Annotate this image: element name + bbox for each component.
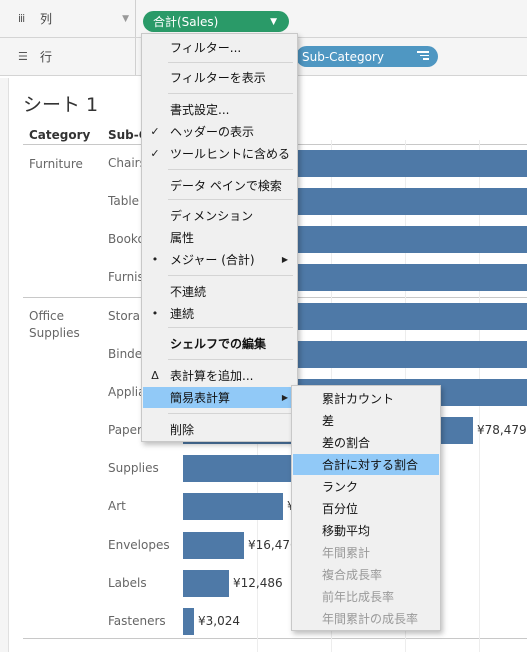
menu-item-label: ツールヒントに含める xyxy=(170,147,291,161)
menu-separator xyxy=(168,169,293,170)
quick-table-calc-submenu: 累計カウント差差の割合 合計に対する割合 ランク 百分位 移動平均年間累計複合成長率前年… xyxy=(291,385,441,631)
quick-calc-item[interactable]: 合計に対する割合 xyxy=(293,454,439,475)
sales-sum-pill[interactable]: 合計(Sales) ▼ xyxy=(143,11,289,32)
bar[interactable] xyxy=(183,493,283,520)
category-label: Office Supplies xyxy=(29,309,80,340)
left-panel-edge xyxy=(0,78,9,652)
category-header[interactable]: Category xyxy=(29,128,90,142)
measure-sum-item[interactable]: • メジャー (合計) ▶ xyxy=(143,249,296,270)
quick-calc-item: 前年比成長率 xyxy=(322,590,395,604)
show-header-item[interactable]: ✓ ヘッダーの表示 xyxy=(143,121,296,142)
columns-shelf-label[interactable]: iii 列 ▼ xyxy=(0,0,136,37)
quick-calc-item[interactable]: 差 xyxy=(293,410,439,431)
menu-separator xyxy=(168,62,293,63)
subcategory-pill-label: Sub-Category xyxy=(302,49,384,64)
checkmark-icon: ✓ xyxy=(150,147,160,160)
group-divider xyxy=(23,638,527,639)
dimension-item[interactable]: ディメンション xyxy=(143,205,296,226)
discrete-item[interactable]: 不連続 xyxy=(143,281,296,302)
category-label: Furniture xyxy=(29,157,83,171)
filter-item[interactable]: フィルター... xyxy=(143,37,296,58)
rows-label: 行 xyxy=(40,50,53,64)
pill-context-menu: フィルター... フィルターを表示 書式設定... ✓ ヘッダーの表示 ✓ ツールヒントに含… xyxy=(141,33,298,442)
add-table-calc-item[interactable]: Δ 表計算を追加... xyxy=(143,365,296,386)
bullet-icon: • xyxy=(151,307,159,320)
menu-item-label: ヘッダーの表示 xyxy=(170,125,255,139)
edit-in-shelf-item[interactable]: シェルフでの編集 xyxy=(143,333,296,354)
subcategory-label: Art xyxy=(108,499,126,513)
submenu-arrow-icon: ▶ xyxy=(281,393,288,402)
menu-item-label: 連続 xyxy=(170,307,195,321)
tableau-worksheet: { "shelves": { "columns": { "label": "列"… xyxy=(0,0,527,652)
quick-calc-item[interactable]: ランク xyxy=(293,476,439,497)
menu-item-label: 簡易表計算 xyxy=(170,391,231,405)
pill-dropdown-icon[interactable]: ▼ xyxy=(270,17,277,27)
menu-item-label: 書式設定... xyxy=(170,103,230,117)
show-filter-item[interactable]: フィルターを表示 xyxy=(143,67,296,88)
quick-calc-item[interactable]: 差の割合 xyxy=(293,432,439,453)
quick-calc-item[interactable]: 移動平均 xyxy=(293,520,439,541)
menu-item-label: データ ペインで検索 xyxy=(170,179,282,193)
sort-descending-icon[interactable] xyxy=(417,51,429,62)
quick-calc-item: 年間累計 xyxy=(322,546,371,560)
bar[interactable] xyxy=(183,608,194,635)
bullet-icon: • xyxy=(151,253,159,266)
remove-item[interactable]: 削除 xyxy=(143,419,296,440)
menu-item-label: 削除 xyxy=(170,423,195,437)
quick-calc-item: 複合成長率 xyxy=(322,568,383,582)
attribute-item[interactable]: 属性 xyxy=(143,227,296,248)
menu-separator xyxy=(168,275,293,276)
rows-icon: ☰ xyxy=(18,50,28,63)
bar[interactable] xyxy=(183,570,229,597)
columns-icon: iii xyxy=(18,12,25,25)
bar-value-label: ¥12,486 xyxy=(233,576,283,590)
subcategory-label: Labels xyxy=(108,576,147,590)
continuous-item[interactable]: • 連続 xyxy=(143,303,296,324)
find-in-data-pane-item[interactable]: データ ペインで検索 xyxy=(143,175,296,196)
menu-item-label: 不連続 xyxy=(170,285,207,299)
columns-label: 列 xyxy=(40,12,53,26)
menu-separator xyxy=(168,327,293,328)
bar-value-label: ¥78,479 xyxy=(477,423,527,437)
include-tooltip-item[interactable]: ✓ ツールヒントに含める xyxy=(143,143,296,164)
subcategory-label: Supplies xyxy=(108,461,159,475)
quick-calc-item[interactable]: 累計カウント xyxy=(293,388,439,409)
submenu-arrow-icon: ▶ xyxy=(281,255,288,264)
subcategory-label: Envelopes xyxy=(108,538,170,552)
bar-value-label: ¥3,024 xyxy=(198,614,240,628)
menu-item-label: 表計算を追加... xyxy=(170,369,254,383)
subcategory-label: Fasteners xyxy=(108,614,166,628)
format-item[interactable]: 書式設定... xyxy=(143,99,296,120)
menu-separator xyxy=(168,413,293,414)
delta-icon: Δ xyxy=(151,369,159,382)
menu-separator xyxy=(168,199,293,200)
checkmark-icon: ✓ xyxy=(150,125,160,138)
quick-calc-item: 年間累計の成長率 xyxy=(322,612,419,626)
menu-item-label: フィルター... xyxy=(170,41,242,55)
chevron-down-icon[interactable]: ▼ xyxy=(122,14,129,24)
menu-item-label: メジャー (合計) xyxy=(170,253,255,267)
menu-separator xyxy=(168,359,293,360)
subcategory-pill[interactable]: Sub-Category xyxy=(296,46,438,67)
menu-item-label: シェルフでの編集 xyxy=(170,337,267,351)
menu-item-label: フィルターを表示 xyxy=(170,71,266,85)
menu-separator xyxy=(168,93,293,94)
bar[interactable] xyxy=(183,532,244,559)
quick-table-calc-item[interactable]: 簡易表計算 ▶ xyxy=(143,387,296,408)
quick-calc-item[interactable]: 百分位 xyxy=(293,498,439,519)
rows-shelf-label[interactable]: ☰ 行 xyxy=(0,38,136,75)
menu-item-label: ディメンション xyxy=(170,209,254,223)
sheet-title: シート 1 xyxy=(23,94,99,116)
sales-sum-pill-label: 合計(Sales) xyxy=(153,15,219,29)
menu-item-label: 属性 xyxy=(170,231,195,245)
